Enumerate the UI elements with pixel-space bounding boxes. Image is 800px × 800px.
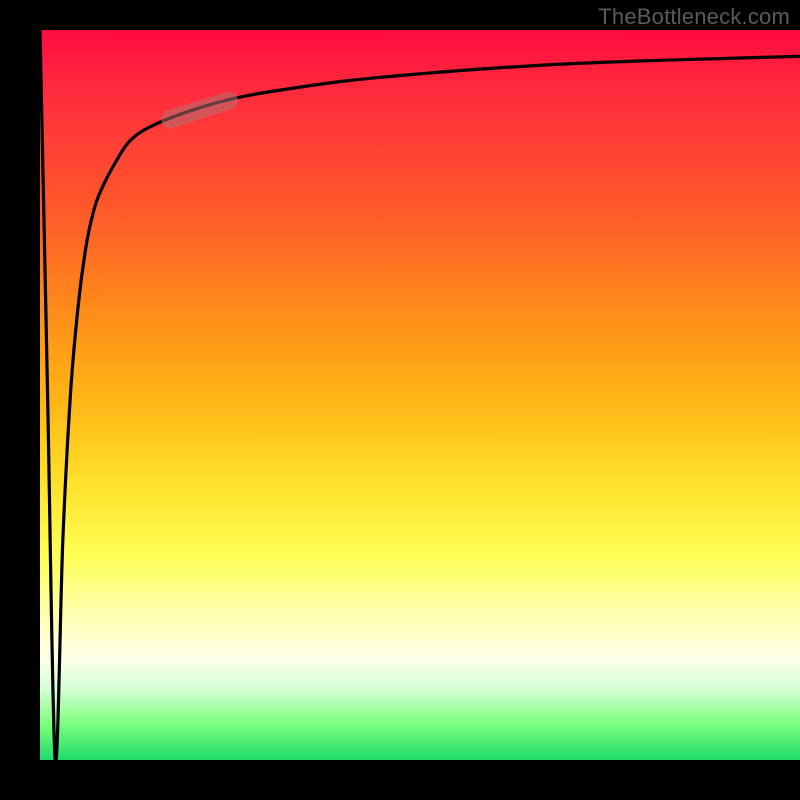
chart-frame: TheBottleneck.com bbox=[0, 0, 800, 800]
plot-area bbox=[40, 30, 800, 760]
watermark-text: TheBottleneck.com bbox=[598, 4, 790, 30]
